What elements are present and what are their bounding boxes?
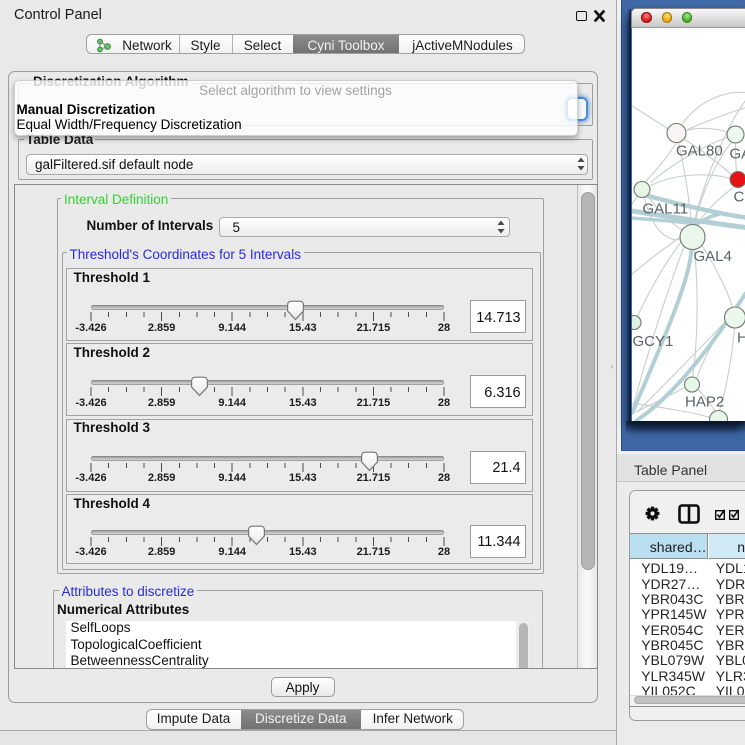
svg-text:GAL4: GAL4 — [693, 248, 731, 265]
svg-text:HAP2: HAP2 — [685, 393, 724, 410]
svg-text:H: H — [737, 329, 745, 346]
svg-text:GA: GA — [729, 145, 745, 162]
svg-text:GAL80: GAL80 — [676, 142, 723, 159]
svg-text:C: C — [733, 188, 744, 205]
svg-text:GAL11: GAL11 — [642, 200, 688, 217]
svg-text:GCY1: GCY1 — [632, 333, 673, 350]
